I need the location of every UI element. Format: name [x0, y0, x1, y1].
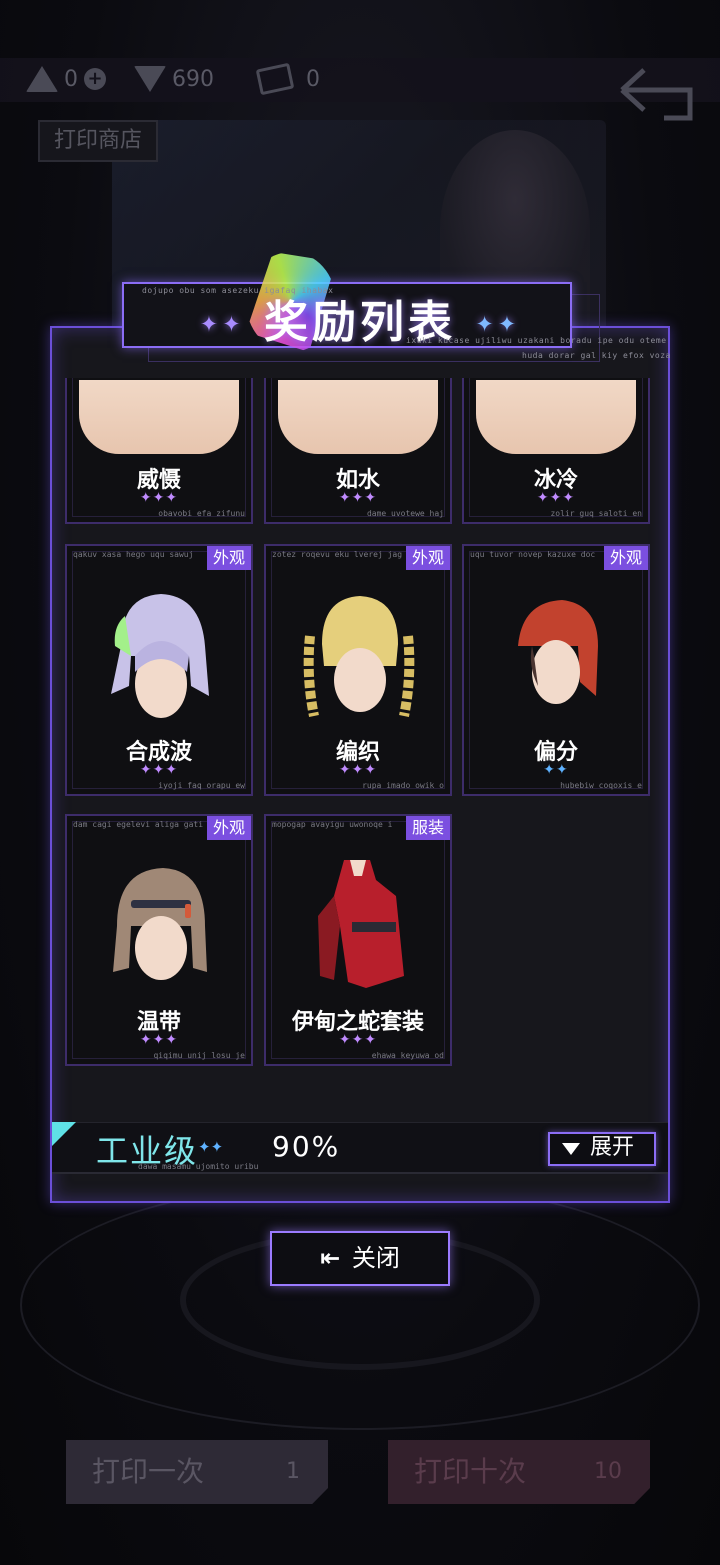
reward-card[interactable]: 威慑 ✦✦✦ obavobi efa zifunu	[65, 378, 253, 524]
reward-card[interactable]: mopogap avayigu uwonoqe i 服装 伊甸之蛇套装 ✦✦✦ …	[264, 814, 452, 1066]
currency-token-value: 0	[64, 66, 78, 92]
reward-note: obavobi efa zifunu	[158, 509, 245, 518]
currency-gem: 690	[134, 66, 214, 92]
currency-card-value: 0	[306, 66, 320, 92]
sparkle-icon: ✦✦	[199, 312, 245, 338]
gem-icon	[134, 66, 166, 92]
reward-stars: ✦✦✦	[139, 490, 179, 506]
title-note-right: ixuki kucase ujiliwu uzakani boradu ipe …	[406, 336, 667, 345]
face-art	[79, 380, 239, 454]
reward-card[interactable]: dam cagi egelevi aliga gatic 外观 温带 ✦✦✦ q…	[65, 814, 253, 1066]
reward-note-top: mopogap avayigu uwonoqe i	[272, 820, 393, 829]
reward-note-top: uqu tuvor novep kazuxe doc	[470, 550, 596, 559]
caret-down-icon	[562, 1143, 580, 1155]
reward-tag: 外观	[206, 816, 251, 840]
reward-note: zolir guq saloti en	[550, 509, 642, 518]
print-once-label: 打印一次	[92, 1455, 205, 1488]
print-card-icon	[255, 62, 295, 96]
expand-button[interactable]: 展开	[548, 1132, 656, 1166]
reward-grid[interactable]: 威慑 ✦✦✦ obavobi efa zifunu 如水 ✦✦✦ dame uv…	[52, 378, 668, 1078]
reward-tag: 服装	[405, 816, 450, 840]
back-arrow-icon[interactable]	[614, 60, 698, 124]
reward-note-top: qakuv xasa hego uqu sawuj	[73, 550, 194, 559]
hair-side-part-icon	[518, 600, 598, 704]
reward-note: iyoji faq orapu ew	[158, 781, 245, 790]
shop-title: 打印商店	[38, 120, 159, 162]
print-ten-label: 打印十次	[414, 1455, 527, 1488]
reward-note: dame uvotewe haj	[366, 509, 444, 518]
add-icon[interactable]: +	[84, 68, 106, 90]
title-note-top: dojupo obu som asezeku igafaq ihabax	[142, 286, 334, 295]
sparkle-icon: ✦✦	[475, 312, 521, 338]
reward-card[interactable]: 冰冷 ✦✦✦ zolir guq saloti en	[462, 378, 650, 524]
reward-note: ehawa keyuwa od	[371, 1051, 444, 1060]
outfit-serpent-icon	[318, 860, 404, 988]
reward-card[interactable]: zotez roqevu eku lverej jaga 外观 编织 ✦✦✦ r…	[264, 544, 452, 796]
tier-note: dawa masamu ujomito uribu	[138, 1162, 259, 1171]
face-art	[278, 380, 438, 454]
hair-temperate-icon	[113, 868, 207, 980]
reward-stars: ✦✦✦	[139, 762, 179, 778]
close-button[interactable]: ⇤ 关闭	[270, 1231, 450, 1286]
reward-note-top: dam cagi egelevi aliga gatic	[73, 820, 203, 829]
reward-note: rupa imado owik o	[362, 781, 444, 790]
expand-label: 展开	[590, 1135, 635, 1160]
reward-card[interactable]: 如水 ✦✦✦ dame uvotewe haj	[264, 378, 452, 524]
currency-gem-value: 690	[172, 66, 214, 92]
currency-token: 0 +	[26, 66, 106, 92]
tier-stars: ✦✦	[198, 1138, 224, 1156]
reward-stars: ✦✦✦	[536, 490, 576, 506]
hair-synthwave-icon	[111, 594, 209, 718]
reward-tag: 外观	[206, 546, 251, 570]
hair-braids-icon	[303, 596, 415, 717]
print-ten-cost: 10	[594, 1459, 622, 1484]
reward-note: hubebiw coqoxis e	[560, 781, 642, 790]
title-note-right-2: huda dorar gal kiy efox voza	[522, 351, 671, 360]
reward-stars: ✦✦✦	[338, 762, 378, 778]
reward-tag: 外观	[603, 546, 648, 570]
print-ten-button[interactable]: 打印十次 10	[388, 1440, 650, 1504]
reward-stars: ✦✦✦	[139, 1032, 179, 1048]
reward-stars: ✦✦✦	[338, 490, 378, 506]
face-art	[476, 380, 636, 454]
reward-note-top: zotez roqevu eku lverej jaga	[272, 550, 402, 559]
reward-note: qiqimu unij losu je	[153, 1051, 245, 1060]
triangle-token-icon	[26, 66, 58, 92]
top-bar	[0, 58, 720, 102]
print-once-button[interactable]: 打印一次 1	[66, 1440, 328, 1504]
tier-percent: 90%	[272, 1130, 341, 1163]
currency-card: 0	[255, 62, 320, 96]
print-once-cost: 1	[286, 1459, 300, 1484]
reward-stars: ✦✦✦	[338, 1032, 378, 1048]
reward-card[interactable]: uqu tuvor novep kazuxe doc 外观 偏分 ✦✦ hube…	[462, 544, 650, 796]
reward-card[interactable]: qakuv xasa hego uqu sawuj 外观 合成波 ✦✦✦ iyo…	[65, 544, 253, 796]
exit-arrow-icon: ⇤	[320, 1244, 341, 1272]
reward-stars: ✦✦	[543, 762, 569, 778]
close-label: 关闭	[351, 1244, 400, 1272]
reward-tag: 外观	[405, 546, 450, 570]
tier-corner-accent	[52, 1122, 76, 1146]
